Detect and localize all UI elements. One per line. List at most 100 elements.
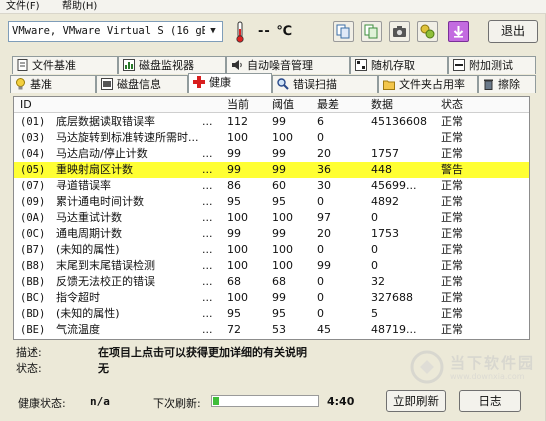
screenshot-button[interactable] <box>389 21 410 42</box>
table-row[interactable]: (05) 重映射扇区计数... 99 99 36 448 警告 <box>14 162 529 178</box>
cell-data: 4892 <box>371 195 399 208</box>
tab-error-scan[interactable]: 错误扫描 <box>272 75 378 93</box>
cell-name: (未知的属性) <box>56 243 120 256</box>
col-header-data[interactable]: 数据 <box>371 97 393 112</box>
refresh-now-button[interactable]: 立即刷新 <box>386 390 446 412</box>
cell-more: ... <box>202 259 213 272</box>
tab-disk-info[interactable]: 磁盘信息 <box>96 75 188 93</box>
table-row[interactable]: (0A) 马达重试计数... 100 100 97 0 正常 <box>14 210 529 226</box>
copy-button[interactable] <box>333 21 354 42</box>
cell-data: 1753 <box>371 227 399 240</box>
monitor-chart-icon <box>123 59 135 71</box>
cell-threshold: 99 <box>272 147 286 160</box>
table-row[interactable]: (C2) 温度... 28 47 0 正常 <box>14 338 529 339</box>
thermometer-icon <box>236 21 244 43</box>
cell-current: 100 <box>227 291 248 304</box>
table-row[interactable]: (BB) 反馈无法校正的错误... 68 68 0 32 正常 <box>14 274 529 290</box>
chevron-down-icon[interactable]: ▼ <box>205 23 221 40</box>
cell-data: 1757 <box>371 147 399 160</box>
cell-current: 72 <box>227 323 241 336</box>
table-row[interactable]: (03) 马达旋转到标准转速所需时... 100 100 0 正常 <box>14 130 529 146</box>
cell-current: 100 <box>227 243 248 256</box>
cell-threshold: 95 <box>272 195 286 208</box>
table-row[interactable]: (07) 寻道错误率... 86 60 30 45699... 正常 <box>14 178 529 194</box>
save-button[interactable] <box>448 21 469 42</box>
next-refresh-label: 下次刷新: <box>153 397 201 410</box>
tab-folder-usage[interactable]: 文件夹占用率 <box>378 75 478 93</box>
cell-more: ... <box>202 275 213 288</box>
cell-id: (0C) <box>20 228 46 240</box>
tab-file-benchmark[interactable]: 文件基准 <box>12 56 118 74</box>
menu-file[interactable]: 文件(F) <box>6 0 40 13</box>
watermark-title: 当下软件园 <box>450 354 536 372</box>
cell-more: ... <box>202 227 213 240</box>
cell-threshold: 100 <box>272 259 293 272</box>
table-header: ID 当前 阈值 最差 数据 状态 <box>14 97 529 113</box>
refresh-progress-fill <box>213 397 220 405</box>
tab-noise-management[interactable]: 自动噪音管理 <box>226 56 350 74</box>
cell-name: 温度 <box>56 338 78 339</box>
col-header-worst[interactable]: 最差 <box>317 97 339 112</box>
table-row[interactable]: (B8) 末尾到末尾错误检测... 100 100 99 0 正常 <box>14 258 529 274</box>
cell-worst: 0 <box>317 243 324 256</box>
log-button[interactable]: 日志 <box>459 390 521 412</box>
health-cross-icon <box>193 76 205 88</box>
cell-current: 100 <box>227 259 248 272</box>
options-button[interactable] <box>417 21 438 42</box>
cell-worst: 36 <box>317 163 331 176</box>
drive-select[interactable]: VMware, VMware Virtual S (16 gB) ▼ <box>8 21 223 42</box>
cell-worst: 97 <box>317 211 331 224</box>
table-row[interactable]: (0C) 通电周期计数... 99 99 20 1753 正常 <box>14 226 529 242</box>
table-row[interactable]: (01) 底层数据读取错误率... 112 99 6 45136608 正常 <box>14 114 529 130</box>
cell-status: 正常 <box>441 179 463 192</box>
cell-name: 累计通电时间计数 <box>56 195 144 208</box>
cell-threshold: 99 <box>272 163 286 176</box>
benchmark-bulb-icon <box>16 78 25 90</box>
table-row[interactable]: (BC) 指令超时... 100 99 0 327688 正常 <box>14 290 529 306</box>
tab-extra-tests[interactable]: 附加测试 <box>448 56 536 74</box>
copy-icon <box>336 24 350 39</box>
tab-random-access[interactable]: 随机存取 <box>350 56 448 74</box>
table-row[interactable]: (09) 累计通电时间计数... 95 95 0 4892 正常 <box>14 194 529 210</box>
cell-threshold: 100 <box>272 243 293 256</box>
main-window: 文件(F) 帮助(H) VMware, VMware Virtual S (16… <box>0 0 546 421</box>
cell-threshold: 99 <box>272 227 286 240</box>
table-row[interactable]: (BE) 气流温度... 72 53 45 48719... 正常 <box>14 322 529 338</box>
table-row[interactable]: (BD) (未知的属性)... 95 95 0 5 正常 <box>14 306 529 322</box>
tab-disk-monitor[interactable]: 磁盘监视器 <box>118 56 226 74</box>
speaker-icon <box>232 60 242 70</box>
cell-status: 正常 <box>441 195 463 208</box>
cell-more: ... <box>202 147 213 160</box>
coins-icon <box>420 24 435 39</box>
tab-health[interactable]: 健康 <box>188 73 272 93</box>
cell-current: 100 <box>227 131 248 144</box>
col-header-threshold[interactable]: 阈值 <box>272 97 294 112</box>
cell-data: 45699... <box>371 179 417 192</box>
cell-threshold: 100 <box>272 211 293 224</box>
cell-data: 327688 <box>371 291 413 304</box>
folder-icon <box>383 80 395 90</box>
exit-button[interactable]: 退出 <box>488 20 538 43</box>
col-header-current[interactable]: 当前 <box>227 97 249 112</box>
cell-id: (BD) <box>20 308 46 320</box>
cell-status: 警告 <box>441 163 463 176</box>
menu-help[interactable]: 帮助(H) <box>62 0 97 13</box>
col-header-status[interactable]: 状态 <box>441 97 463 112</box>
disk-info-icon <box>101 78 113 90</box>
copy-all-button[interactable] <box>361 21 382 42</box>
tab-benchmark[interactable]: 基准 <box>10 75 96 93</box>
cell-current: 100 <box>227 211 248 224</box>
tab-erase[interactable]: 擦除 <box>478 75 536 93</box>
cell-worst: 20 <box>317 227 331 240</box>
cell-more: ... <box>202 211 213 224</box>
cell-more: ... <box>202 338 213 339</box>
col-header-id[interactable]: ID <box>20 97 32 112</box>
cell-current: 99 <box>227 227 241 240</box>
cell-id: (BB) <box>20 276 46 288</box>
cell-threshold: 100 <box>272 131 293 144</box>
table-row[interactable]: (04) 马达启动/停止计数... 99 99 20 1757 正常 <box>14 146 529 162</box>
cell-worst: 99 <box>317 259 331 272</box>
table-row[interactable]: (B7) (未知的属性)... 100 100 0 0 正常 <box>14 242 529 258</box>
tab-row-top: 文件基准 磁盘监视器 自动噪音管理 随机存取 附加测试 <box>6 56 536 74</box>
cell-threshold: 53 <box>272 323 286 336</box>
